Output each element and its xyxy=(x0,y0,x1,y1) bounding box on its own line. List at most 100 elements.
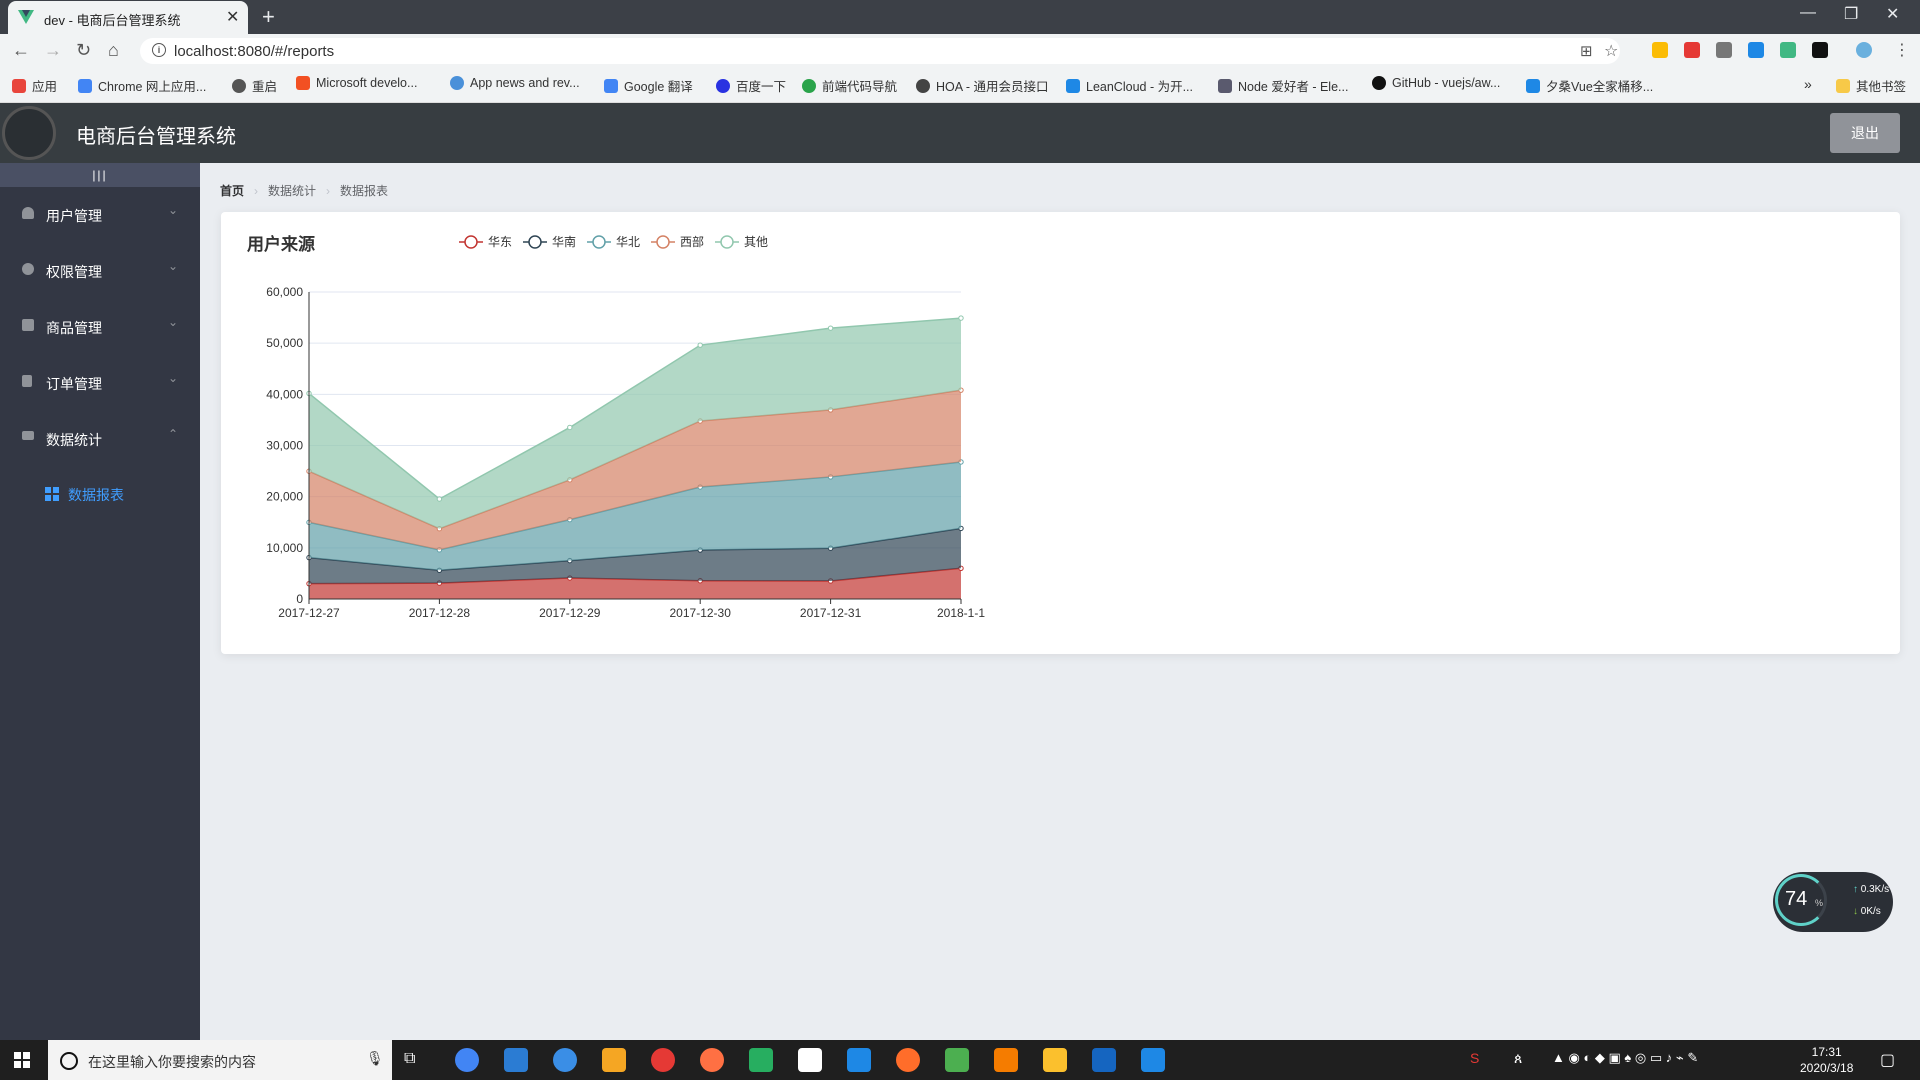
bookmark-item[interactable]: GitHub - vuejs/aw... xyxy=(1372,76,1500,90)
bookmark-item[interactable]: Node 爱好者 - Ele... xyxy=(1218,76,1348,95)
bookmark-item[interactable]: Chrome 网上应用... xyxy=(78,76,206,95)
download-speed: ↓ 0K/s xyxy=(1853,906,1881,917)
chrome-store-icon xyxy=(78,78,92,93)
profile-avatar[interactable] xyxy=(1856,42,1872,58)
extension-icon[interactable] xyxy=(1652,42,1668,58)
clock[interactable]: 17:31 2020/3/18 xyxy=(1800,1044,1853,1076)
sidebar-item-goods[interactable]: 商品管理 ⌄ xyxy=(0,299,200,355)
bookmark-label: 百度一下 xyxy=(736,80,787,94)
extension-icon[interactable] xyxy=(1716,42,1732,58)
app-icon[interactable] xyxy=(896,1048,920,1072)
network-meter-widget[interactable]: 74 % ↑ 0.3K/s ↓ 0K/s xyxy=(1773,872,1893,932)
bookmark-label: 其他书签 xyxy=(1856,80,1907,94)
task-view-icon[interactable]: ⧉ xyxy=(404,1050,415,1068)
menu-label: 用户管理 xyxy=(46,208,102,224)
breadcrumb-separator-icon: › xyxy=(254,183,259,198)
bookmark-label: 重启 xyxy=(252,80,278,94)
extension-icon[interactable] xyxy=(1748,42,1764,58)
vue-logo-icon xyxy=(18,10,34,24)
app-icon[interactable] xyxy=(1141,1048,1165,1072)
data-point xyxy=(958,315,964,321)
sidebar-item-permissions[interactable]: 权限管理 ⌄ xyxy=(0,243,200,299)
extension-icon[interactable] xyxy=(1812,42,1828,58)
sidebar-item-users[interactable]: 用户管理 ⌄ xyxy=(0,187,200,243)
bookmark-item[interactable]: Google 翻译 xyxy=(604,76,693,95)
translate-icon[interactable]: ⊞ xyxy=(1580,42,1593,60)
hbuilder-icon[interactable] xyxy=(749,1048,773,1072)
other-bookmarks[interactable]: 其他书签 xyxy=(1836,76,1906,95)
bookmark-item[interactable]: 重启 xyxy=(232,76,277,95)
menu-label: 商品管理 xyxy=(46,320,102,336)
upload-speed-value: 0.3K/s xyxy=(1860,884,1890,895)
bookmarks-overflow-button[interactable]: » xyxy=(1804,76,1812,92)
x-tick-label: 2017-12-27 xyxy=(278,606,340,620)
sidebar-item-stats[interactable]: 数据统计 ⌃ xyxy=(0,411,200,467)
browser-menu-icon[interactable]: ⋮ xyxy=(1894,40,1910,60)
sublime-icon[interactable] xyxy=(602,1048,626,1072)
extension-icon[interactable] xyxy=(1684,42,1700,58)
percent-sign: % xyxy=(1815,898,1824,908)
vue-devtools-icon[interactable] xyxy=(1780,42,1796,58)
omnibox[interactable]: i localhost:8080/#/reports ⊞ ☆ xyxy=(140,38,1620,64)
restore-icon[interactable]: ❐ xyxy=(1844,4,1858,24)
bookmark-label: GitHub - vuejs/aw... xyxy=(1392,76,1501,90)
breadcrumb-item: 数据统计 xyxy=(268,184,317,198)
app-header: 电商后台管理系统 退出 xyxy=(0,103,1920,163)
microphone-icon[interactable]: 🎙 xyxy=(366,1050,384,1067)
minimize-icon[interactable]: — xyxy=(1800,4,1816,22)
data-point xyxy=(567,424,573,431)
app-icon[interactable] xyxy=(651,1048,675,1072)
windows-start-icon[interactable] xyxy=(14,1052,30,1068)
bookmark-item[interactable]: App news and rev... xyxy=(450,76,580,90)
xmind-icon[interactable] xyxy=(945,1048,969,1072)
chrome-icon[interactable] xyxy=(455,1048,479,1072)
people-icon[interactable]: ጰ xyxy=(1514,1050,1522,1067)
globe-icon xyxy=(232,78,246,93)
sidebar-item-reports[interactable]: 数据报表 xyxy=(68,485,124,505)
forward-icon[interactable]: → xyxy=(44,40,62,61)
bilibili-icon xyxy=(1526,78,1540,93)
breadcrumb-home[interactable]: 首页 xyxy=(220,182,244,199)
firefox-icon[interactable] xyxy=(700,1048,724,1072)
vscode-icon[interactable] xyxy=(504,1048,528,1072)
google-translate-icon xyxy=(604,78,618,93)
user-source-chart: 用户来源 0 10,000 20,000 30,000 40,000 50,000 60,00… xyxy=(247,234,985,620)
notification-icon[interactable]: ▢ xyxy=(1880,1050,1895,1070)
back-icon[interactable]: ← xyxy=(12,40,30,61)
clock-time: 17:31 xyxy=(1811,1045,1842,1059)
sidebar-toggle-button[interactable]: ||| xyxy=(0,163,200,187)
bookmark-item[interactable]: LeanCloud - 为开... xyxy=(1066,76,1193,95)
taskbar-search-input[interactable]: 在这里输入你要搜索的内容 🎙 xyxy=(48,1040,392,1080)
y-tick-label: 10,000 xyxy=(266,541,303,555)
tab-close-icon[interactable]: ✕ xyxy=(226,7,239,27)
bookmark-item[interactable]: 前端代码导航 xyxy=(802,76,897,95)
sidebar-item-orders[interactable]: 订单管理 ⌄ xyxy=(0,355,200,411)
window-close-icon[interactable]: ✕ xyxy=(1886,4,1899,24)
sogou-ime-icon[interactable]: S xyxy=(1470,1050,1479,1066)
bookmark-item[interactable]: 应用 xyxy=(12,76,57,95)
bookmark-label: 前端代码导航 xyxy=(822,80,898,94)
arrow-up-icon: ↑ xyxy=(1853,884,1861,895)
bookmark-item[interactable]: Microsoft develo... xyxy=(296,76,417,90)
site-info-icon[interactable]: i xyxy=(152,43,166,57)
postman-icon[interactable] xyxy=(847,1048,871,1072)
browser-tab[interactable]: dev - 电商后台管理系统 ✕ xyxy=(8,1,248,34)
bookmark-item[interactable]: 百度一下 xyxy=(716,76,786,95)
new-tab-button[interactable]: + xyxy=(262,4,275,30)
typora-icon[interactable] xyxy=(798,1048,822,1072)
bookmark-label: 夕桑Vue全家桶移... xyxy=(1546,80,1654,94)
file-explorer-icon[interactable] xyxy=(1043,1048,1067,1072)
reload-icon[interactable]: ↻ xyxy=(76,40,91,61)
bookmark-item[interactable]: 夕桑Vue全家桶移... xyxy=(1526,76,1653,95)
bookmark-label: 应用 xyxy=(32,80,58,94)
monitor-icon xyxy=(22,431,34,440)
globe-icon xyxy=(916,78,930,93)
git-icon[interactable] xyxy=(994,1048,1018,1072)
bookmark-star-icon[interactable]: ☆ xyxy=(1604,41,1618,61)
system-tray-icons[interactable]: ▲ ◉ ◐ ◆ ▣ ♠ ◎ ▭ ♪ ⌁ ✎ xyxy=(1552,1050,1698,1066)
logout-button[interactable]: 退出 xyxy=(1830,113,1900,153)
bookmark-item[interactable]: HOA - 通用会员接口 xyxy=(916,76,1049,95)
powershell-icon[interactable] xyxy=(1092,1048,1116,1072)
sogou-icon[interactable] xyxy=(553,1048,577,1072)
home-icon[interactable]: ⌂ xyxy=(108,40,119,61)
